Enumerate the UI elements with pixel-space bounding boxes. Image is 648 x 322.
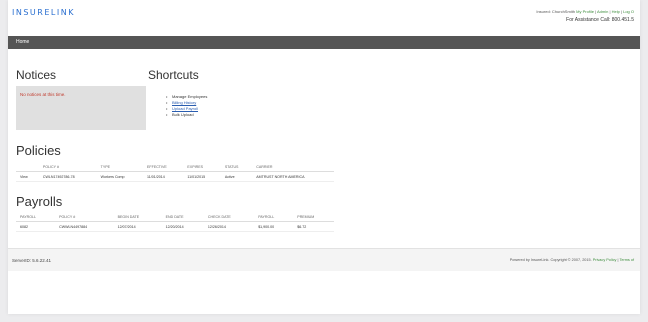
column-header: EXPIRES [183,163,221,172]
shortcut-label: Billing History [172,100,197,105]
table-cell: Active [220,171,253,182]
top-links: Insured: ChurchSmith My Profile | Admin … [536,9,634,14]
table-cell: CWWLN4497884 [55,221,114,232]
column-header: POLICY # [38,163,97,172]
copyright-text: Powered by InsureLink. Copyright © 2007,… [509,258,634,262]
column-header: POLICY # [55,213,114,222]
view-policy-link[interactable]: View [16,171,39,182]
notices-heading: Notices [16,68,57,82]
table-header-row: PAYROLL POLICY # BEGIN DATE END DATE CHE… [16,213,334,222]
table-cell: Workers Comp [96,171,144,182]
my-profile-link[interactable]: My Profile [576,9,594,14]
privacy-policy-link[interactable]: Privacy Policy [593,258,617,262]
table-cell: 12/26/2014 [203,221,255,232]
table-cell: 12/07/2014 [113,221,162,232]
footer: ServerID: 5.6.22.41 Powered by InsureLin… [8,248,640,271]
welcome-text: Insured: ChurchSmith [536,9,576,14]
column-header [16,163,39,172]
terms-link[interactable]: Terms of [619,258,634,262]
payrolls-table: PAYROLL POLICY # BEGIN DATE END DATE CHE… [16,213,334,232]
table-cell: 11/01/2014 [143,171,184,182]
column-header: TYPE [96,163,144,172]
shortcuts-list: Manage Employees Billing History Upload … [166,94,207,118]
nav-bar: Home [8,36,640,49]
column-header: PREMIUM [293,213,334,222]
shortcut-label: Bulk Upload [172,112,194,117]
table-cell: 11/01/2015 [183,171,221,182]
table-cell: $1,900.00 [254,221,294,232]
table-cell: CWLN17492786-78 [38,171,97,182]
nav-home-link[interactable]: Home [16,39,29,45]
shortcut-label: Manage Employees [172,94,208,99]
copyright-label: Powered by InsureLink. Copyright © 2007,… [509,258,592,262]
policies-heading: Policies [16,143,61,158]
page: INSURELINK Insured: ChurchSmith My Profi… [8,0,640,314]
table-cell: AMTRUST NORTH AMERICA [252,171,334,182]
admin-link[interactable]: Admin [597,9,608,14]
shortcut-bulk-upload[interactable]: Bulk Upload [166,112,207,118]
payrolls-heading: Payrolls [16,194,63,209]
logout-link[interactable]: Log O [623,9,634,14]
table-cell: 12/20/2014 [161,221,204,232]
table-row[interactable]: View CWLN17492786-78 Workers Comp 11/01/… [16,171,334,182]
column-header: STATUS [220,163,253,172]
notice-message: No notices at this time. [20,92,66,97]
shortcuts-heading: Shortcuts [148,68,199,82]
column-header: PAYROLL [254,213,294,222]
assistance-phone: For Assistance Call: 800.451.5 [566,17,634,23]
server-version: ServerID: 5.6.22.41 [12,258,52,263]
payroll-id-link[interactable]: 6082 [16,221,56,232]
table-row[interactable]: 6082 CWWLN4497884 12/07/2014 12/20/2014 … [16,221,334,232]
column-header: CHECK DATE [203,213,255,222]
notices-panel: No notices at this time. [16,86,146,130]
column-header: PAYROLL [16,213,56,222]
table-header-row: POLICY # TYPE EFFECTIVE EXPIRES STATUS C… [16,163,334,172]
column-header: CARRIER [252,163,334,172]
help-link[interactable]: Help [612,9,620,14]
column-header: END DATE [161,213,204,222]
column-header: EFFECTIVE [143,163,184,172]
insurelink-logo[interactable]: INSURELINK [12,8,75,17]
table-cell: $6.72 [293,221,334,232]
column-header: BEGIN DATE [113,213,162,222]
policies-table: POLICY # TYPE EFFECTIVE EXPIRES STATUS C… [16,163,334,182]
shortcut-label: Upload Payroll [172,106,199,111]
